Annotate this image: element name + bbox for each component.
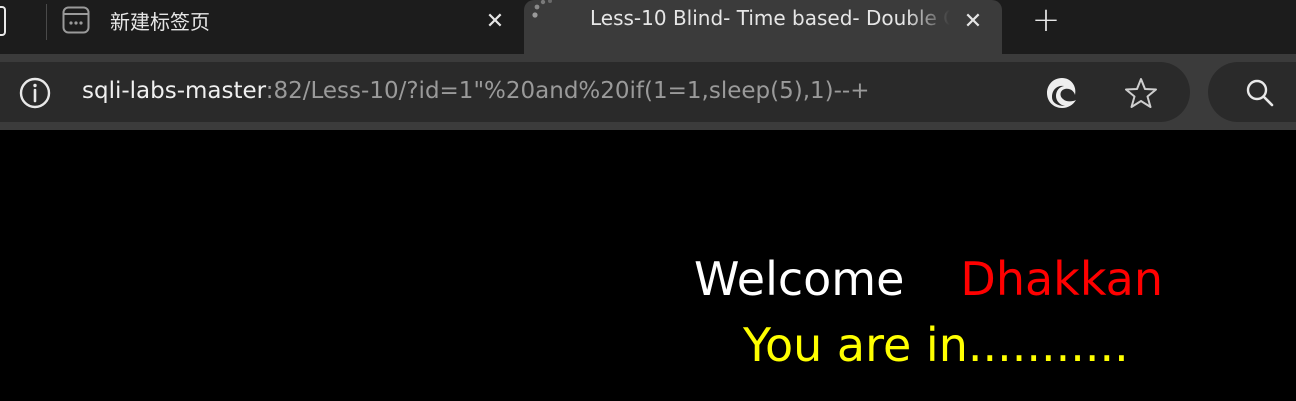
page-content: Welcome Dhakkan You are in........... <box>0 130 1296 401</box>
tab-divider <box>46 4 47 40</box>
url-text[interactable]: sqli-labs-master:82/Less-10/?id=1"%20and… <box>82 78 869 104</box>
new-tab-button[interactable]: + <box>1030 3 1062 37</box>
search-icon[interactable] <box>1244 77 1276 109</box>
tab-label: Less-10 Blind- Time based- Double Quotes… <box>590 6 950 30</box>
loading-spinner-icon <box>528 0 558 24</box>
address-bar[interactable]: sqli-labs-master:82/Less-10/?id=1"%20and… <box>0 62 1190 122</box>
search-button-container <box>1208 62 1296 122</box>
close-tab-icon[interactable]: ✕ <box>960 9 986 35</box>
url-path: :82/Less-10/?id=1"%20and%20if(1=1,sleep(… <box>265 78 870 104</box>
close-tab-icon[interactable]: ✕ <box>482 9 508 35</box>
previous-tab-edge[interactable] <box>0 6 6 36</box>
info-icon[interactable] <box>18 76 52 110</box>
welcome-text: Welcome <box>694 252 905 306</box>
welcome-line: Welcome Dhakkan <box>694 252 1163 306</box>
tab-label: 新建标签页 <box>110 10 210 34</box>
status-message: You are in........... <box>743 318 1129 372</box>
tab-less-10[interactable]: Less-10 Blind- Time based- Double Quotes… <box>524 0 1002 54</box>
tab-new-tab[interactable]: 新建标签页 ✕ <box>52 0 520 54</box>
browser-toolbar: sqli-labs-master:82/Less-10/?id=1"%20and… <box>0 54 1296 130</box>
tab-strip: 新建标签页 ✕ Less-10 Blind- Time based- Doubl… <box>0 0 1296 54</box>
new-tab-page-icon <box>62 6 90 34</box>
user-name: Dhakkan <box>960 252 1163 306</box>
url-host: sqli-labs-master <box>82 78 266 104</box>
edge-logo-icon[interactable] <box>1044 75 1080 111</box>
star-icon[interactable] <box>1124 76 1158 110</box>
